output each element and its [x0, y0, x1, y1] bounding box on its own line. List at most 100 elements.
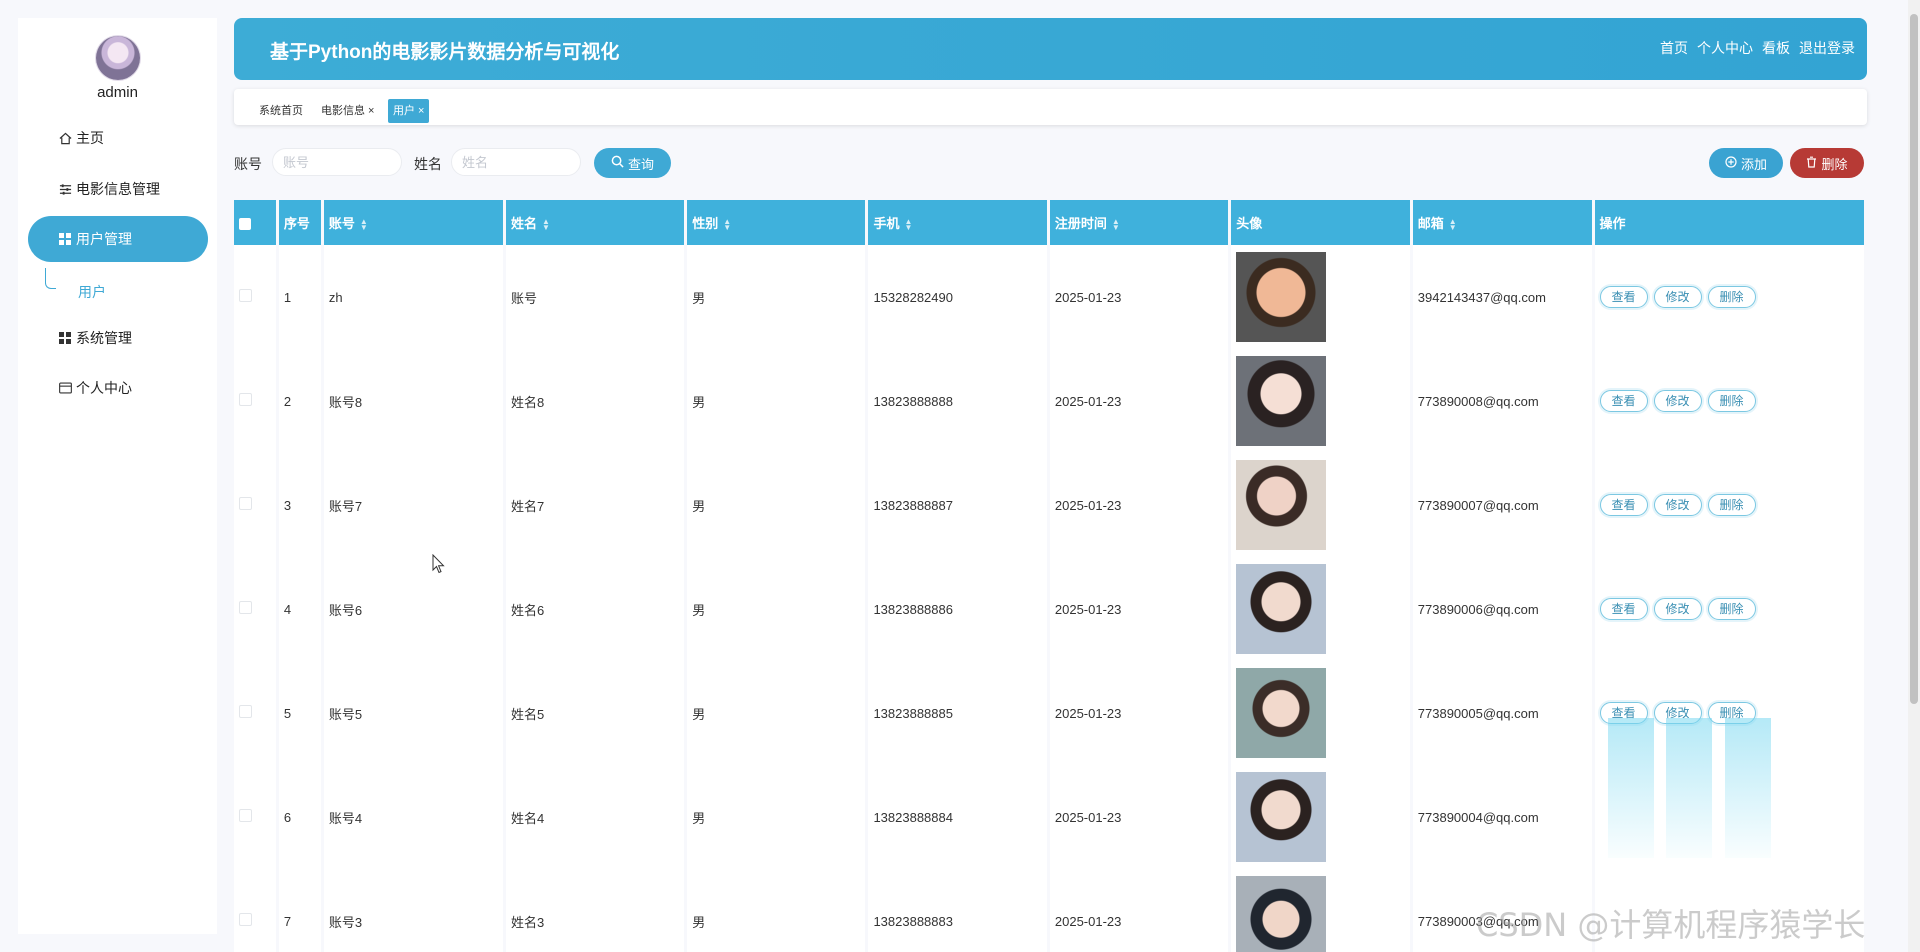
row-checkbox[interactable] — [239, 809, 252, 822]
name-search-input[interactable] — [451, 148, 581, 176]
row-select-cell[interactable] — [234, 557, 276, 661]
sidebar-item-home[interactable]: 主页 — [28, 115, 208, 161]
plus-circle-icon — [1725, 155, 1737, 171]
row-checkbox[interactable] — [239, 913, 252, 926]
avatar-photo[interactable] — [1236, 252, 1327, 342]
submenu-connector — [45, 268, 56, 289]
avatar[interactable] — [96, 36, 140, 80]
sort-icon[interactable]: ▲ ▼ — [904, 217, 912, 231]
delete-button[interactable]: 删除 — [1707, 390, 1756, 412]
row-checkbox[interactable] — [239, 705, 252, 718]
cell-gender: 男 — [687, 453, 866, 557]
cell-account: 账号3 — [323, 869, 504, 952]
sort-icon[interactable]: ▲ ▼ — [723, 217, 731, 231]
view-button[interactable]: 查看 — [1599, 390, 1648, 412]
select-all-header[interactable] — [234, 200, 276, 245]
sidebar-item-personal-center[interactable]: 个人中心 — [28, 365, 208, 411]
cell-no: 3 — [278, 453, 321, 557]
delete-button[interactable]: 删除 — [1707, 286, 1756, 308]
cell-email: 773890004@qq.com — [1412, 765, 1592, 869]
add-button[interactable]: 添加 — [1709, 148, 1783, 178]
row-select-cell[interactable] — [234, 765, 276, 869]
cell-phone: 15328282490 — [868, 245, 1047, 349]
column-header-email[interactable]: 邮箱 ▲ ▼ — [1412, 200, 1592, 245]
cell-phone: 13823888884 — [868, 765, 1047, 869]
cell-phone: 13823888887 — [868, 453, 1047, 557]
column-header-phone[interactable]: 手机 ▲ ▼ — [868, 200, 1047, 245]
cell-no: 7 — [278, 869, 321, 952]
view-button[interactable]: 查看 — [1599, 598, 1648, 620]
edit-button[interactable]: 修改 — [1653, 598, 1702, 620]
cell-name: 姓名3 — [506, 869, 685, 952]
avatar-photo[interactable] — [1236, 356, 1327, 446]
sidebar-item-label: 个人中心 — [76, 380, 132, 396]
avatar-photo[interactable] — [1236, 772, 1327, 862]
tab-system-home[interactable]: 系统首页 — [254, 99, 308, 123]
cell-gender: 男 — [687, 869, 866, 952]
sort-icon[interactable]: ▲ ▼ — [1449, 217, 1457, 231]
header-nav: 首页 个人中心 看板 退出登录 — [1660, 38, 1855, 58]
column-header-name[interactable]: 姓名 ▲ ▼ — [506, 200, 685, 245]
column-header-avatar: 头像 — [1231, 200, 1410, 245]
select-all-checkbox[interactable] — [239, 217, 251, 230]
nav-logout-link[interactable]: 退出登录 — [1799, 38, 1855, 58]
cell-email: 773890005@qq.com — [1412, 661, 1592, 765]
account-search-input[interactable] — [272, 148, 402, 176]
app-title: 基于Python的电影影片数据分析与可视化 — [270, 42, 620, 63]
batch-delete-button[interactable]: 删除 — [1790, 148, 1864, 178]
name-label: 姓名 — [414, 156, 442, 172]
sidebar-item-movie-info[interactable]: 电影信息管理 — [28, 166, 208, 212]
cell-avatar — [1231, 245, 1410, 349]
mouse-cursor-icon — [432, 553, 446, 577]
row-checkbox[interactable] — [239, 601, 252, 614]
edit-button[interactable]: 修改 — [1653, 390, 1702, 412]
nav-personal-center-link[interactable]: 个人中心 — [1697, 38, 1753, 58]
delete-button[interactable]: 删除 — [1707, 494, 1756, 516]
cell-register-time: 2025-01-23 — [1049, 245, 1229, 349]
sort-icon[interactable]: ▲ ▼ — [360, 217, 368, 231]
row-select-cell[interactable] — [234, 349, 276, 453]
row-select-cell[interactable] — [234, 661, 276, 765]
avatar-photo[interactable] — [1236, 668, 1327, 758]
column-header-account[interactable]: 账号 ▲ ▼ — [323, 200, 504, 245]
cell-avatar — [1231, 349, 1410, 453]
scrollbar-thumb[interactable] — [1910, 14, 1918, 704]
nav-dashboard-link[interactable]: 看板 — [1762, 38, 1790, 58]
row-select-cell[interactable] — [234, 453, 276, 557]
button-hover-glow — [1608, 718, 1654, 858]
delete-button-label: 删除 — [1821, 156, 1848, 172]
row-checkbox[interactable] — [239, 289, 252, 302]
tab-movie-info[interactable]: 电影信息 × — [316, 99, 379, 123]
avatar-photo[interactable] — [1236, 460, 1327, 550]
sort-icon[interactable]: ▲ ▼ — [1112, 217, 1120, 231]
cell-account: 账号6 — [323, 557, 504, 661]
row-checkbox[interactable] — [239, 393, 252, 406]
edit-button[interactable]: 修改 — [1653, 286, 1702, 308]
cell-account: zh — [323, 245, 504, 349]
button-hover-glow — [1725, 718, 1771, 858]
nav-home-link[interactable]: 首页 — [1660, 38, 1688, 58]
edit-button[interactable]: 修改 — [1653, 494, 1702, 516]
column-header-register-time[interactable]: 注册时间 ▲ ▼ — [1049, 200, 1229, 245]
sidebar-subitem-user[interactable]: 用户 — [78, 282, 106, 302]
column-header-gender[interactable]: 性别 ▲ ▼ — [687, 200, 866, 245]
sort-icon[interactable]: ▲ ▼ — [542, 217, 550, 231]
row-checkbox[interactable] — [239, 497, 252, 510]
view-button[interactable]: 查看 — [1599, 494, 1648, 516]
row-select-cell[interactable] — [234, 869, 276, 952]
vertical-scrollbar[interactable] — [1908, 0, 1920, 952]
sidebar: admin 主页 电影信息管理 用户管理 用户 系统管理 个人中心 — [18, 18, 217, 934]
avatar-photo[interactable] — [1236, 564, 1327, 654]
cell-gender: 男 — [687, 661, 866, 765]
delete-button[interactable]: 删除 — [1707, 598, 1756, 620]
sidebar-item-user-management[interactable]: 用户管理 — [28, 216, 208, 262]
row-select-cell[interactable] — [234, 245, 276, 349]
avatar-photo[interactable] — [1236, 876, 1327, 952]
table-row: 3 账号7 姓名7 男 13823888887 2025-01-23 77389… — [234, 453, 1864, 557]
tab-user[interactable]: 用户 × — [388, 99, 430, 123]
cell-no: 2 — [278, 349, 321, 453]
view-button[interactable]: 查看 — [1599, 286, 1648, 308]
sidebar-item-system-management[interactable]: 系统管理 — [28, 315, 208, 361]
search-button-label: 查询 — [627, 156, 654, 172]
search-button[interactable]: 查询 — [594, 148, 671, 178]
